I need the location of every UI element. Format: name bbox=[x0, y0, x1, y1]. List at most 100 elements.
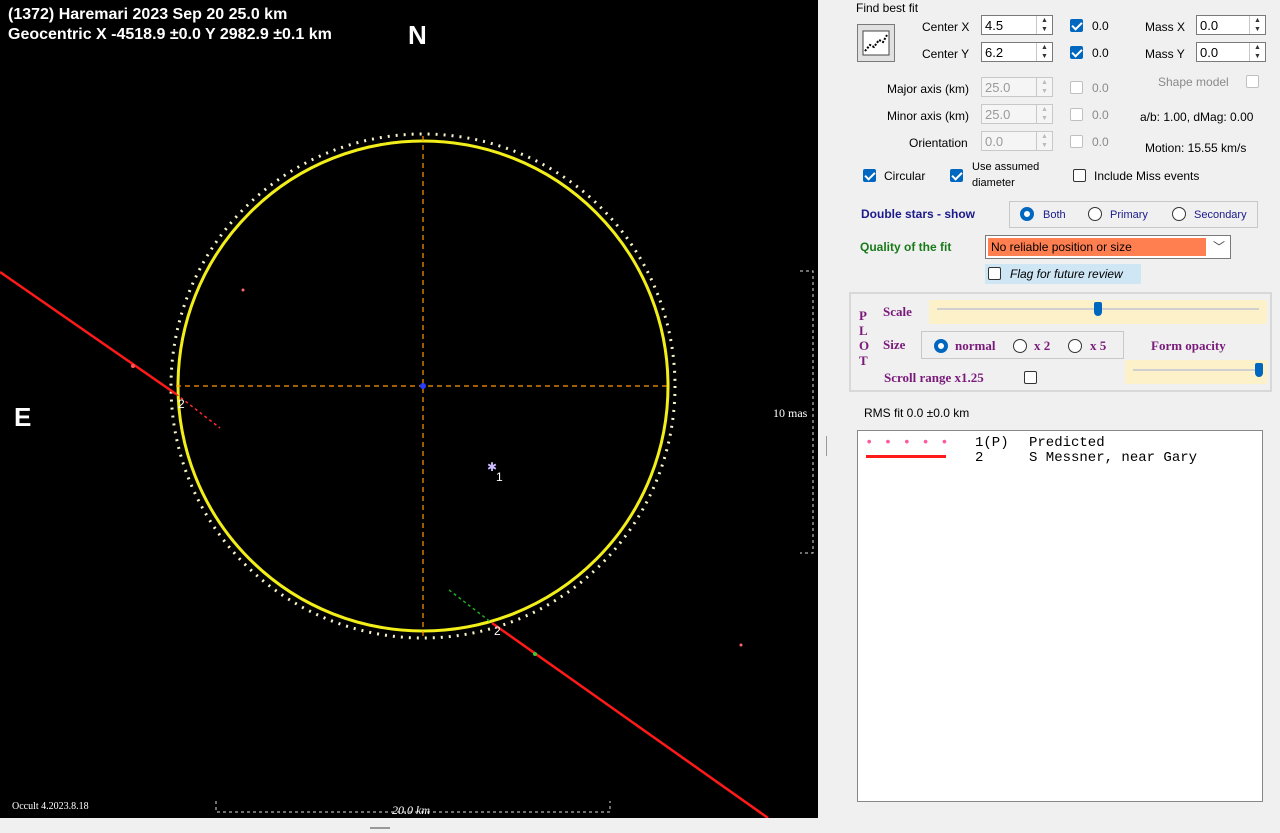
scroll-range-checkbox[interactable] bbox=[1024, 371, 1037, 384]
use-assumed-diameter-checkbox[interactable] bbox=[950, 169, 963, 182]
scroll-range-label: Scroll range x1.25 bbox=[884, 370, 984, 385]
size-x2-label: x 2 bbox=[1034, 338, 1051, 353]
orientation-spinner[interactable]: ▲ ▼ bbox=[1036, 132, 1052, 150]
scale-label: Scale bbox=[883, 304, 912, 319]
form-opacity-slider-thumb[interactable] bbox=[1255, 363, 1263, 377]
primary-label: Primary bbox=[1110, 209, 1148, 221]
scale-label-horizontal: 20.0 km bbox=[392, 803, 430, 817]
major-axis-label: Major axis (km) bbox=[887, 82, 970, 96]
chord-tick bbox=[131, 364, 135, 368]
version-label: Occult 4.2023.8.18 bbox=[12, 801, 89, 812]
scale-slider-thumb[interactable] bbox=[1094, 302, 1102, 316]
center-x-field[interactable] bbox=[982, 16, 1036, 34]
form-opacity-slider[interactable] bbox=[1125, 360, 1267, 384]
ab-dmag-text: a/b: 1.00, dMag: 0.00 bbox=[1140, 110, 1254, 124]
north-label: N bbox=[408, 20, 427, 50]
both-radio[interactable] bbox=[1020, 207, 1034, 221]
size-x5-label: x 5 bbox=[1090, 338, 1107, 353]
primary-radio[interactable] bbox=[1088, 207, 1102, 221]
mass-y-field[interactable] bbox=[1197, 43, 1249, 61]
center-y-spinner[interactable]: ▲ ▼ bbox=[1036, 43, 1052, 61]
observer-legend[interactable]: • • • • • 1(P) Predicted 2 S Messner, ne… bbox=[857, 430, 1263, 802]
mass-x-spinner[interactable]: ▲ ▼ bbox=[1249, 16, 1265, 34]
minor-axis-field[interactable] bbox=[982, 105, 1036, 123]
orientation-checkbox[interactable] bbox=[1070, 135, 1083, 148]
rms-fit-text: RMS fit 0.0 ±0.0 km bbox=[864, 406, 970, 420]
minor-axis-input[interactable]: ▲▼ bbox=[981, 104, 1053, 124]
circular-label: Circular bbox=[884, 169, 926, 183]
center-y-field[interactable] bbox=[982, 43, 1036, 61]
legend-name-1: Predicted bbox=[1029, 435, 1105, 451]
center-y-checkbox[interactable] bbox=[1070, 46, 1083, 59]
major-axis-spinner[interactable]: ▲ ▼ bbox=[1036, 78, 1052, 96]
center-x-input[interactable]: ▲▼ bbox=[981, 15, 1053, 35]
chevron-down-icon: ﹀ bbox=[1212, 240, 1225, 254]
size-x2-radio[interactable] bbox=[1013, 339, 1027, 353]
major-axis-field[interactable] bbox=[982, 78, 1036, 96]
scale-label-vertical: 10 mas bbox=[773, 406, 808, 420]
orientation-check-value: 0.0 bbox=[1092, 135, 1109, 149]
center-x-check-value: 0.0 bbox=[1092, 19, 1109, 33]
double-stars-label: Double stars - show bbox=[861, 207, 976, 221]
minor-axis-label: Minor axis (km) bbox=[887, 109, 970, 123]
legend-id-2: 2 bbox=[975, 450, 984, 466]
motion-text: Motion: 15.55 km/s bbox=[1145, 141, 1247, 155]
minor-axis-check-value: 0.0 bbox=[1092, 108, 1109, 122]
major-axis-checkbox[interactable] bbox=[1070, 81, 1083, 94]
chord-label-left: 2 bbox=[178, 397, 185, 411]
stray-dot bbox=[739, 643, 743, 647]
include-miss-checkbox[interactable] bbox=[1073, 169, 1086, 182]
mass-x-input[interactable]: ▲▼ bbox=[1196, 15, 1266, 35]
stray-dot bbox=[241, 288, 245, 292]
center-y-check-value: 0.0 bbox=[1092, 46, 1109, 60]
find-best-fit-button[interactable] bbox=[857, 24, 895, 62]
size-label: Size bbox=[883, 337, 906, 352]
mass-y-spinner[interactable]: ▲ ▼ bbox=[1249, 43, 1265, 61]
east-label: E bbox=[14, 402, 32, 432]
chord-line-marker bbox=[866, 455, 946, 458]
scale-slider[interactable] bbox=[929, 300, 1267, 324]
shape-model-checkbox[interactable] bbox=[1246, 75, 1259, 88]
orientation-input[interactable]: ▲▼ bbox=[981, 131, 1053, 151]
minor-axis-checkbox[interactable] bbox=[1070, 108, 1083, 121]
flag-review-label: Flag for future review bbox=[1010, 267, 1123, 281]
secondary-radio[interactable] bbox=[1172, 207, 1186, 221]
quality-dropdown[interactable]: No reliable position or size ﹀ bbox=[985, 235, 1231, 259]
center-x-checkbox[interactable] bbox=[1070, 19, 1083, 32]
mass-y-input[interactable]: ▲▼ bbox=[1196, 42, 1266, 62]
form-opacity-label: Form opacity bbox=[1151, 338, 1226, 353]
shape-model-label: Shape model bbox=[1158, 75, 1229, 89]
fit-group-title: Find best fit bbox=[856, 1, 919, 15]
orientation-field[interactable] bbox=[982, 132, 1036, 150]
bottom-strip bbox=[0, 818, 1280, 833]
orientation-label: Orientation bbox=[909, 136, 968, 150]
center-x-spinner[interactable]: ▲ ▼ bbox=[1036, 16, 1052, 34]
center-point bbox=[420, 383, 426, 389]
major-axis-check-value: 0.0 bbox=[1092, 81, 1109, 95]
mass-y-label: Mass Y bbox=[1145, 47, 1185, 61]
plot-header-coords: Geocentric X -4518.9 ±0.0 Y 2982.9 ±0.1 … bbox=[8, 26, 332, 43]
both-label: Both bbox=[1043, 209, 1066, 221]
chord-line-right bbox=[491, 621, 769, 818]
major-axis-input[interactable]: ▲▼ bbox=[981, 77, 1053, 97]
size-normal-radio[interactable] bbox=[934, 339, 948, 353]
plot-canvas: ✱ bbox=[0, 132, 814, 818]
quality-value: No reliable position or size bbox=[988, 238, 1206, 256]
include-miss-label: Include Miss events bbox=[1094, 169, 1200, 183]
size-x5-radio[interactable] bbox=[1068, 339, 1082, 353]
fit-chart-icon bbox=[862, 30, 890, 56]
use-assumed-label-2: diameter bbox=[972, 177, 1015, 189]
circular-checkbox[interactable] bbox=[863, 169, 876, 182]
size-normal-label: normal bbox=[955, 338, 996, 353]
flag-review-checkbox[interactable] bbox=[988, 267, 1001, 280]
chord-label-bottom: 2 bbox=[494, 624, 501, 638]
resize-grip[interactable] bbox=[370, 827, 390, 829]
use-assumed-label-1: Use assumed bbox=[972, 161, 1040, 173]
center-y-input[interactable]: ▲▼ bbox=[981, 42, 1053, 62]
mass-x-field[interactable] bbox=[1197, 16, 1249, 34]
splitter[interactable] bbox=[826, 436, 827, 456]
occultation-plot[interactable]: ✱ (1372) Haremari 2023 Sep 20 25.0 km Ge… bbox=[0, 0, 818, 818]
predicted-marker: • • • • • bbox=[865, 435, 950, 451]
chord-residual-bottom bbox=[448, 589, 493, 624]
minor-axis-spinner[interactable]: ▲ ▼ bbox=[1036, 105, 1052, 123]
